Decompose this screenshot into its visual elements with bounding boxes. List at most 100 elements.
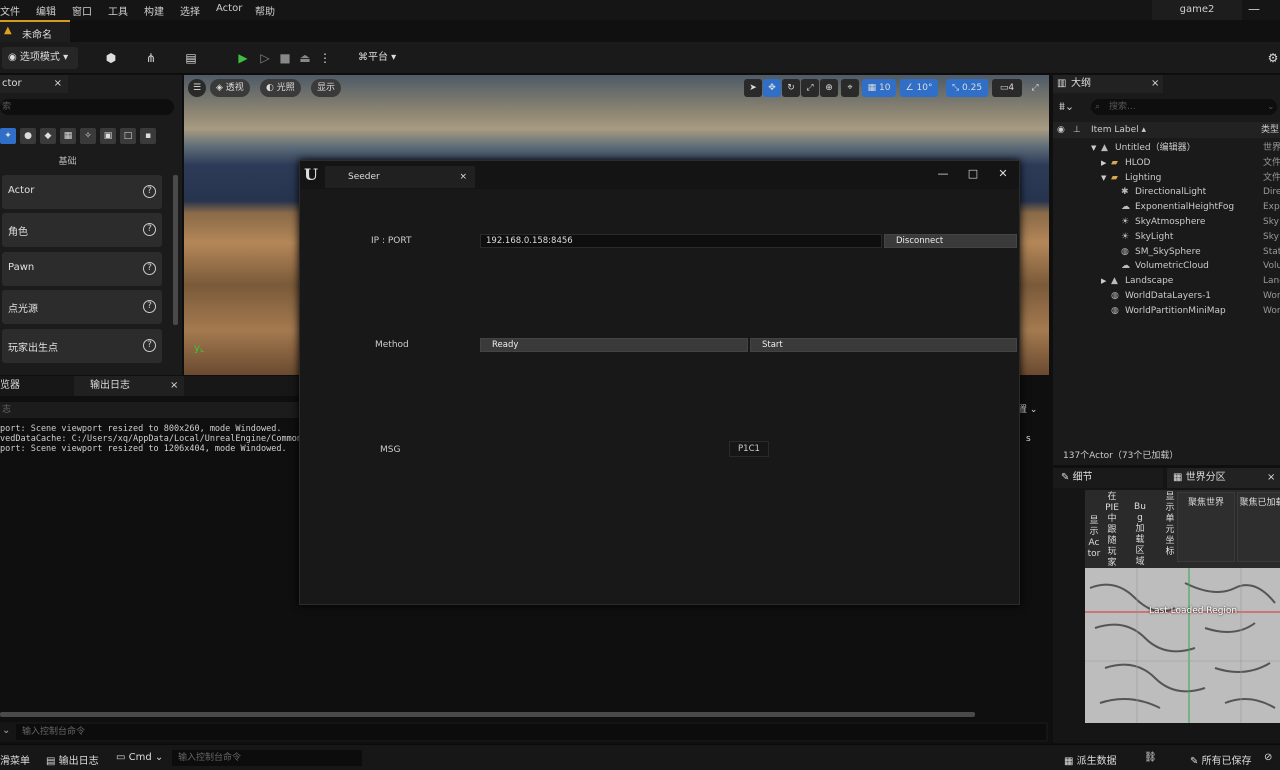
derived-data-button[interactable]: ▦ 派生数据	[1064, 752, 1117, 767]
pin-icon[interactable]: ⊥	[1073, 122, 1081, 138]
scale-snap-button[interactable]: ⤡ 0.25	[946, 79, 988, 97]
actor-item-actor[interactable]: Actor ?	[2, 175, 162, 209]
place-actors-tab[interactable]: ctor ×	[0, 75, 68, 93]
horizontal-scrollbar[interactable]	[0, 712, 975, 717]
outliner-row[interactable]: ◍ WorldPartitionMiniMap Wor	[1053, 304, 1280, 319]
place-actors-search[interactable]: 索	[0, 99, 174, 115]
mode-select-button[interactable]: ◉ 选项模式 ▾	[2, 47, 78, 69]
minimize-icon[interactable]: —	[936, 167, 950, 180]
platform-button[interactable]: ⌘平台 ▾	[352, 47, 404, 69]
actor-item-player-start[interactable]: 玩家出生点 ?	[2, 329, 162, 363]
actor-item-character[interactable]: 角色 ?	[2, 213, 162, 247]
cinematic-category-icon[interactable]: ▦	[60, 128, 76, 144]
outliner-tab[interactable]: ▥ 大纲 ×	[1053, 75, 1163, 93]
outliner-row[interactable]: ▼ ▲ Untitled（编辑器） 世界	[1053, 141, 1280, 156]
viewport-menu-icon[interactable]: ☰	[188, 79, 206, 97]
select-tool-icon[interactable]: ➤	[744, 79, 762, 97]
help-icon[interactable]: ?	[143, 300, 156, 313]
tab-details[interactable]: ✎ 细节	[1053, 468, 1163, 488]
chevron-down-icon[interactable]: ▼	[1101, 171, 1106, 186]
source-control-icon[interactable]: ⛓	[1144, 752, 1157, 763]
add-content-icon[interactable]: ⬢	[102, 49, 120, 67]
tab-output-log[interactable]: 输出日志 ×	[74, 376, 184, 396]
outliner-row[interactable]: ✱ DirectionalLight Dire	[1053, 185, 1280, 200]
world-space-icon[interactable]: ⊕	[820, 79, 838, 97]
play-options-icon[interactable]: ⋮	[316, 49, 334, 67]
close-icon[interactable]: ×	[54, 75, 62, 93]
maximize-viewport-icon[interactable]: ⤢	[1026, 79, 1044, 97]
tab-world-partition[interactable]: ▦ 世界分区 ×	[1167, 468, 1280, 488]
output-log-button[interactable]: ▤ 输出日志	[46, 752, 99, 767]
actor-item-pawn[interactable]: Pawn ?	[2, 252, 162, 286]
follow-player-option[interactable]: 在PIE中跟随玩家	[1105, 492, 1119, 569]
column-item-label[interactable]: Item Label ▴	[1091, 122, 1146, 138]
world-partition-minimap[interactable]: Last Loaded Region	[1085, 568, 1280, 723]
content-drawer-button[interactable]: 滑菜单	[0, 752, 30, 767]
project-tab[interactable]: game2	[1152, 0, 1242, 20]
ready-button[interactable]: Ready	[480, 338, 748, 352]
filter-icon[interactable]: ⩩⌄	[1059, 100, 1074, 114]
menu-build[interactable]: 构建	[144, 3, 164, 18]
help-icon[interactable]: ?	[143, 262, 156, 275]
outliner-row[interactable]: ▼ ▰ Lighting 文件	[1053, 171, 1280, 186]
menu-file[interactable]: 文件	[0, 3, 20, 18]
chevron-down-icon[interactable]: ⌄	[1267, 99, 1275, 115]
cmd-button[interactable]: ▭ Cmd ⌄	[116, 752, 163, 763]
seeder-titlebar[interactable]: U Seeder × — □ ✕	[300, 161, 1019, 189]
show-cell-coords-option[interactable]: 显示单元坐标	[1163, 492, 1177, 558]
grid-snap-button[interactable]: ▦ 10	[862, 79, 896, 97]
all-classes-category-icon[interactable]: ▪	[140, 128, 156, 144]
camera-speed-button[interactable]: ▭4	[992, 79, 1022, 97]
lit-button[interactable]: ◐ 光照	[260, 79, 301, 97]
volumes-category-icon[interactable]: ▣	[100, 128, 116, 144]
perspective-button[interactable]: ◈ 透视	[210, 79, 250, 97]
outliner-row[interactable]: ☁ ExponentialHeightFog Expo	[1053, 200, 1280, 215]
seeder-tab[interactable]: Seeder ×	[325, 166, 475, 188]
play-icon[interactable]: ▶	[234, 49, 252, 67]
focus-world-button[interactable]: 聚焦世界	[1177, 492, 1235, 562]
revision-icon[interactable]: ⊘	[1264, 752, 1272, 763]
help-icon[interactable]: ?	[143, 223, 156, 236]
close-icon[interactable]: ×	[1267, 468, 1275, 488]
visibility-icon[interactable]: ◉	[1057, 122, 1065, 138]
show-actors-option[interactable]: 显示Actor	[1087, 516, 1101, 560]
rotation-snap-button[interactable]: ∠ 10°	[900, 79, 938, 97]
console-input[interactable]: 输入控制台命令	[16, 724, 1046, 740]
level-tab[interactable]: ▲ 未命名	[0, 20, 70, 42]
translate-tool-icon[interactable]: ✥	[763, 79, 781, 97]
chevron-right-icon[interactable]: ▶	[1101, 274, 1106, 289]
close-icon[interactable]: ×	[170, 376, 178, 396]
stop-icon[interactable]: ■	[276, 49, 294, 67]
basic-category-icon[interactable]: ✦	[0, 128, 16, 144]
minimize-button[interactable]: —	[1248, 2, 1260, 16]
actor-item-point-light[interactable]: 点光源 ?	[2, 290, 162, 324]
outliner-search-input[interactable]: ⌕ 搜索... ⌄	[1091, 99, 1277, 115]
chevron-down-icon[interactable]: ⌄	[2, 725, 10, 736]
save-status-button[interactable]: ✎ 所有已保存	[1190, 752, 1252, 767]
menu-actor[interactable]: Actor	[216, 3, 242, 14]
close-icon[interactable]: ×	[459, 166, 467, 188]
visual-effects-category-icon[interactable]: ✧	[80, 128, 96, 144]
scale-tool-icon[interactable]: ⤢	[801, 79, 819, 97]
menu-edit[interactable]: 编辑	[36, 3, 56, 18]
help-icon[interactable]: ?	[143, 185, 156, 198]
ip-port-input[interactable]: 192.168.0.158:8456	[480, 234, 882, 248]
bugit-load-option[interactable]: Bug加载区域	[1133, 502, 1147, 568]
menu-help[interactable]: 帮助	[255, 3, 275, 18]
outliner-row[interactable]: ☁ VolumetricCloud Volu	[1053, 259, 1280, 274]
step-icon[interactable]: ▷	[256, 49, 274, 67]
outliner-row[interactable]: ◍ WorldDataLayers-1 Wor	[1053, 289, 1280, 304]
cinematics-icon[interactable]: ▤	[182, 49, 200, 67]
surface-snap-icon[interactable]: ⌖	[841, 79, 859, 97]
shapes-category-icon[interactable]: ◆	[40, 128, 56, 144]
outliner-row[interactable]: ◍ SM_SkySphere Stat	[1053, 245, 1280, 260]
disconnect-button[interactable]: Disconnect	[884, 234, 1017, 248]
lights-category-icon[interactable]: ●	[20, 128, 36, 144]
settings-icon[interactable]: ⚙	[1264, 49, 1280, 67]
geometry-category-icon[interactable]: □	[120, 128, 136, 144]
column-type[interactable]: 类型	[1261, 122, 1279, 138]
menu-select[interactable]: 选择	[180, 3, 200, 18]
blueprint-icon[interactable]: ⋔	[142, 49, 160, 67]
settings-dropdown[interactable]: 置 ⌄	[1018, 402, 1037, 415]
close-icon[interactable]: ×	[1151, 75, 1159, 93]
